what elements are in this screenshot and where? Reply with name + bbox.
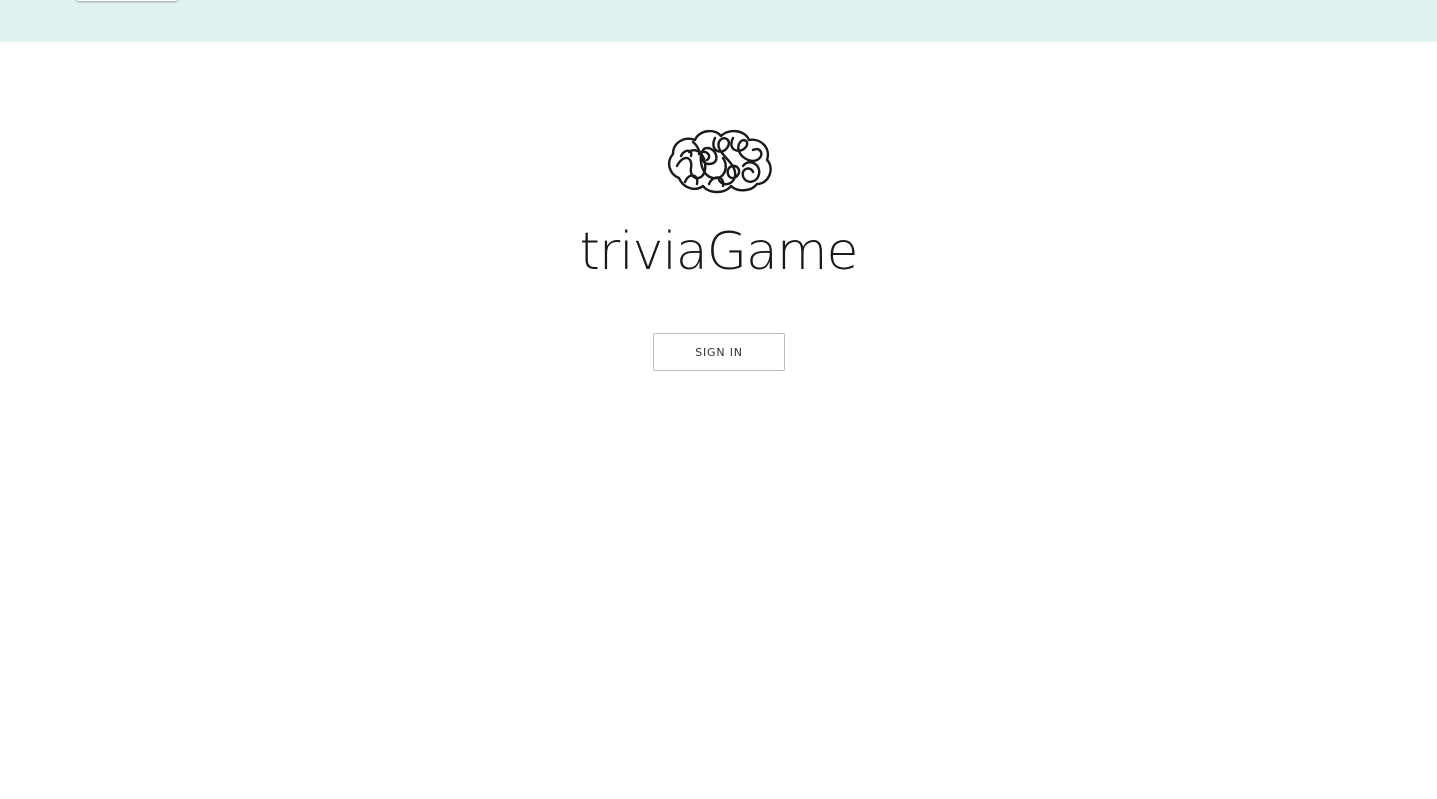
sign-in-button[interactable]: SIGN IN bbox=[653, 333, 785, 371]
app-title: triviaGame bbox=[579, 222, 858, 282]
top-bar-tab[interactable] bbox=[76, 0, 178, 1]
brain-icon bbox=[667, 129, 772, 194]
top-bar bbox=[0, 0, 1437, 42]
main-content: triviaGame SIGN IN bbox=[0, 42, 1437, 799]
